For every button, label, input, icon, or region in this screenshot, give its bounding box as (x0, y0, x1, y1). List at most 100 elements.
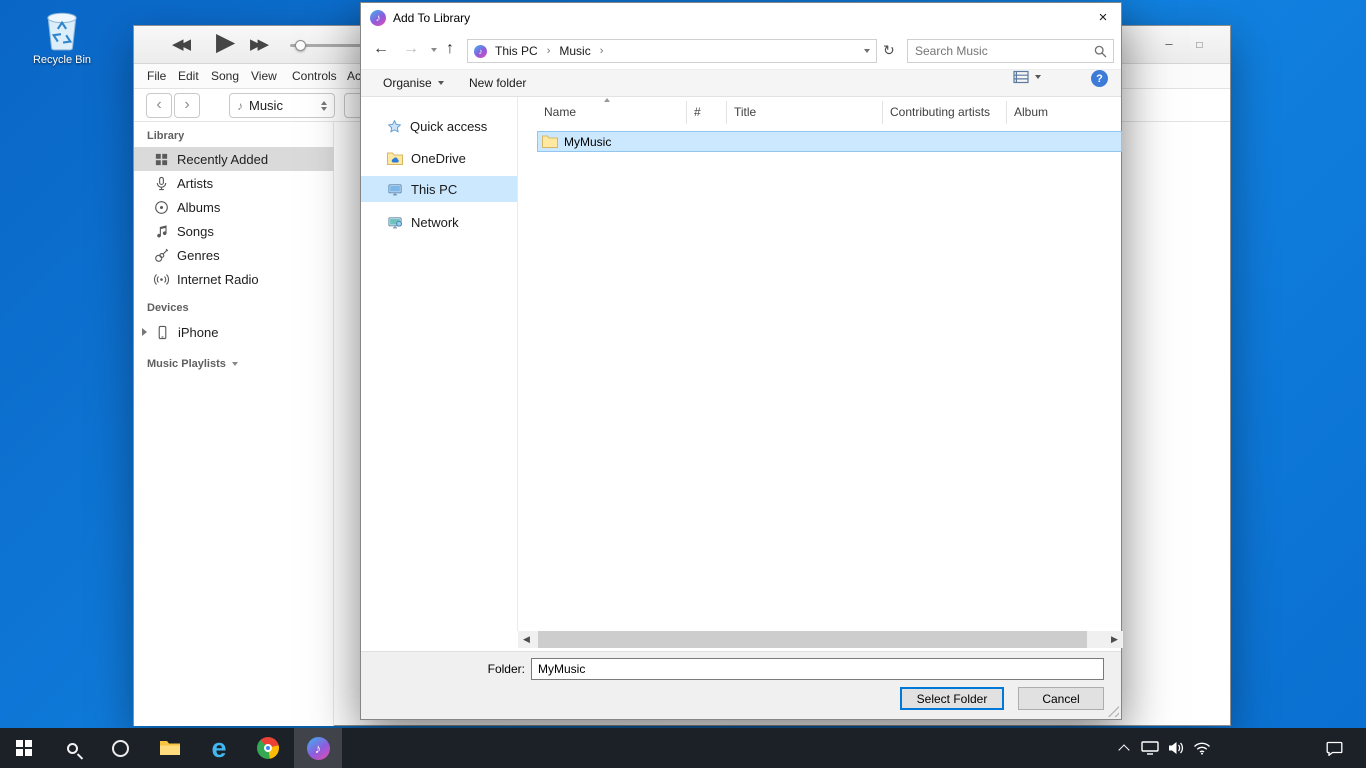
fast-forward-button[interactable]: ▶▶ (250, 37, 265, 52)
forward-button[interactable]: → (403, 40, 419, 58)
breadcrumb-chevron-icon[interactable]: › (599, 45, 605, 57)
search-input[interactable] (908, 44, 1094, 58)
nav-item-this-pc[interactable]: This PC (361, 176, 517, 202)
maximize-button[interactable]: □ (1186, 33, 1212, 59)
menu-song[interactable]: Song (211, 64, 239, 89)
search-icon[interactable] (1094, 45, 1107, 58)
sidebar-item-artists[interactable]: Artists (134, 171, 334, 195)
sidebar-item-iphone[interactable]: iPhone (134, 320, 334, 344)
minimize-button[interactable]: – (1156, 31, 1182, 57)
picker-spinner-icon[interactable] (321, 101, 327, 111)
new-folder-button[interactable]: New folder (469, 70, 526, 96)
refresh-button[interactable]: ↻ (883, 42, 895, 59)
back-button[interactable]: ← (373, 40, 389, 58)
sidebar-item-songs[interactable]: Songs (134, 219, 334, 243)
cortana-button[interactable] (96, 728, 144, 768)
wifi-icon (1193, 742, 1211, 755)
taskbar-search-button[interactable] (48, 728, 96, 768)
artists-icon (154, 176, 169, 191)
search-box[interactable] (907, 39, 1114, 63)
organise-dropdown-icon (438, 81, 444, 85)
scrollbar-thumb[interactable] (538, 631, 1087, 648)
media-kind-picker[interactable]: ♪ Music (229, 93, 335, 118)
folder-label: Folder: (461, 658, 525, 680)
recent-locations-dropdown-icon[interactable] (431, 48, 437, 52)
chevron-up-icon (1118, 744, 1129, 755)
windows-logo-icon (16, 740, 33, 757)
breadcrumb-chevron-icon[interactable]: › (546, 45, 552, 57)
scroll-right-button[interactable]: ▶ (1106, 631, 1123, 648)
rewind-button[interactable]: ◀◀ (172, 37, 187, 52)
itunes-back-button[interactable]: ‹ (146, 93, 172, 118)
menu-account[interactable]: Ac (347, 64, 361, 89)
genres-icon (154, 248, 169, 263)
column-header-number[interactable]: # (687, 101, 727, 124)
view-options-button[interactable] (1013, 70, 1041, 84)
songs-icon (154, 224, 169, 239)
nav-item-network[interactable]: Network (361, 209, 517, 235)
folder-icon (542, 135, 558, 148)
sidebar-item-albums[interactable]: Albums (134, 195, 334, 219)
menu-edit[interactable]: Edit (178, 64, 199, 89)
edge-button[interactable]: e (195, 728, 243, 768)
nav-item-quick-access[interactable]: Quick access (361, 113, 517, 139)
view-dropdown-icon (1035, 75, 1041, 79)
tray-volume-button[interactable] (1164, 728, 1188, 768)
expand-arrow-icon[interactable] (142, 328, 147, 336)
onedrive-icon (387, 152, 403, 165)
column-header-title[interactable]: Title (727, 101, 883, 124)
resize-grip[interactable] (1107, 705, 1119, 717)
column-header-name[interactable]: Name (537, 101, 687, 124)
action-center-button[interactable] (1320, 728, 1348, 768)
help-button[interactable]: ? (1091, 70, 1108, 87)
address-dropdown-icon[interactable] (864, 49, 870, 53)
organise-button[interactable]: Organise (383, 70, 444, 96)
breadcrumb-this-pc[interactable]: This PC (491, 40, 542, 62)
recycle-bin-label: Recycle Bin (28, 54, 96, 66)
scroll-left-button[interactable]: ◀ (518, 631, 535, 648)
tray-expand-button[interactable] (1112, 728, 1136, 768)
details-view-icon (1013, 70, 1029, 84)
horizontal-scrollbar[interactable]: ◀ ▶ (518, 631, 1123, 648)
taskbar: e ♪ (0, 728, 1366, 768)
recycle-bin[interactable]: Recycle Bin (28, 8, 96, 66)
start-button[interactable] (0, 728, 48, 768)
action-center-icon (1326, 741, 1343, 756)
nav-item-onedrive[interactable]: OneDrive (361, 145, 517, 171)
address-bar[interactable]: ♪ This PC › Music › (467, 39, 877, 63)
itunes-forward-button[interactable]: › (174, 93, 200, 118)
media-kind-value: Music (249, 98, 283, 113)
file-explorer-button[interactable] (146, 728, 194, 768)
library-header: Library (147, 130, 184, 142)
sidebar-item-internet-radio[interactable]: Internet Radio (134, 267, 334, 291)
itunes-taskbar-button[interactable]: ♪ (294, 728, 342, 768)
menu-view[interactable]: View (251, 64, 277, 89)
column-header-album[interactable]: Album (1007, 101, 1122, 124)
column-header-contributing-artists[interactable]: Contributing artists (883, 101, 1007, 124)
tray-display-button[interactable] (1138, 728, 1162, 768)
dialog-titlebar[interactable]: ♪ Add To Library × (361, 3, 1121, 33)
tray-network-button[interactable] (1190, 728, 1214, 768)
folder-name-input[interactable] (531, 658, 1104, 680)
menu-controls[interactable]: Controls (292, 64, 337, 89)
menu-file[interactable]: File (147, 64, 166, 89)
select-folder-button[interactable]: Select Folder (900, 687, 1004, 710)
music-playlists-header[interactable]: Music Playlists (147, 358, 238, 370)
chevron-down-icon (232, 362, 238, 366)
cortana-icon (112, 740, 129, 757)
sidebar-item-genres[interactable]: Genres (134, 243, 334, 267)
chrome-icon (257, 737, 279, 759)
cancel-button[interactable]: Cancel (1018, 687, 1104, 710)
up-button[interactable]: ↑ (446, 40, 454, 58)
volume-knob[interactable] (295, 40, 306, 51)
file-row-mymusic[interactable]: MyMusic (537, 131, 1122, 152)
dialog-close-button[interactable]: × (1085, 3, 1121, 33)
dialog-nav-pane: Quick access OneDrive This PC Network (361, 97, 518, 631)
edge-icon: e (211, 735, 226, 762)
play-button[interactable]: ▶ (216, 30, 235, 55)
breadcrumb-music[interactable]: Music (555, 40, 594, 62)
iphone-icon (155, 325, 170, 340)
sidebar-item-recently-added[interactable]: Recently Added (134, 147, 334, 171)
chrome-button[interactable] (244, 728, 292, 768)
dialog-toolbar: Organise New folder ? (361, 69, 1121, 97)
